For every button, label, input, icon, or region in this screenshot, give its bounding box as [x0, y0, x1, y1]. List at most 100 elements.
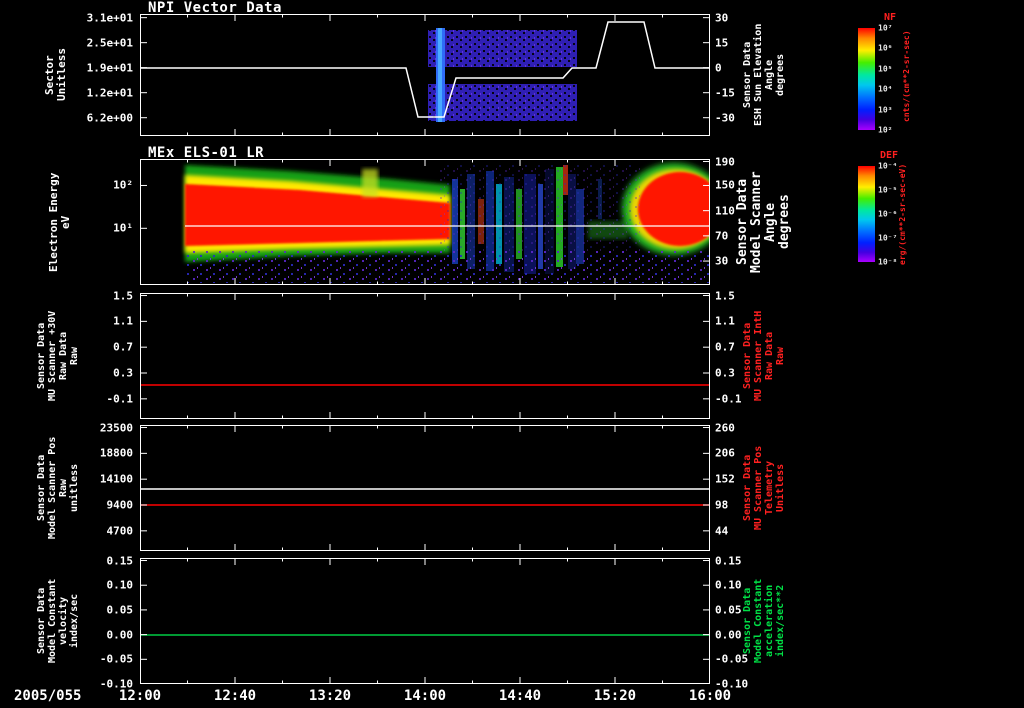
p1-left-ticks: 3.1e+01 2.5e+01 1.9e+01 1.2e+01 6.2e+00: [70, 11, 136, 136]
y-tick-label: 44: [715, 524, 729, 538]
panel-npi-vector-data: [140, 14, 710, 136]
colorbar-tick: 10⁶: [878, 43, 893, 53]
y-tick-label: 0.10: [106, 578, 134, 592]
scanner-pos-plot: [140, 425, 710, 551]
npi-band-lower-speckle: [428, 84, 577, 121]
y-tick-label: 30: [715, 254, 729, 268]
y-tick-label: 0.3: [113, 366, 133, 380]
x-tick-label: 16:00: [688, 688, 732, 704]
aspera-multipanel-plot: { "window": {"width": 1024, "height": 70…: [0, 0, 1024, 708]
x-tick-label: 15:20: [593, 688, 637, 704]
y-tick-label: 30: [715, 11, 729, 25]
panel-border: [140, 293, 710, 419]
def-colorbar: [858, 166, 875, 262]
y-tick-label: 0.05: [715, 603, 742, 617]
y-tick-label: -0.1: [715, 392, 742, 406]
y-tick-label: 0.3: [715, 366, 735, 380]
y-tick-label: 206: [715, 446, 735, 460]
x-tick-label: 14:40: [498, 688, 542, 704]
y-tick-label: 10¹: [113, 221, 133, 235]
p5-right-axis-label: Sensor Data Model Constant acceleration …: [742, 578, 786, 664]
nf-colorbar-unit: cnts/(cm**2-sr-sec): [902, 30, 911, 122]
y-tick-label: 1.5: [715, 289, 735, 303]
y-tick-label: 1.1: [113, 314, 133, 328]
esh-sun-elevation-line: [140, 21, 710, 118]
p4-right-axis-label: Sensor Data MU Scanner Pos Telemetry Uni…: [742, 445, 786, 531]
y-tick-label: 0.05: [106, 603, 134, 617]
y-tick-label: 0: [715, 61, 722, 75]
y-tick-label: 2.5e+01: [86, 36, 133, 50]
npi-spectrogram-plot: [140, 14, 710, 136]
y-tick-label: 3.1e+01: [86, 11, 133, 25]
colorbar-tick: 10³: [878, 105, 893, 115]
colorbar-tick: 10⁻⁴: [878, 161, 898, 171]
y-tick-label: 260: [715, 421, 735, 435]
colorbar-tick: 10⁷: [878, 23, 893, 33]
panel-mex-els: [140, 159, 710, 285]
p1-right-axis-label: Sensor Data ESH Sun Elevation Angle degr…: [742, 23, 786, 127]
nf-colorbar-title: NF: [884, 12, 897, 23]
y-tick-label: 10²: [113, 178, 133, 192]
colorbar-tick: 10⁻⁸: [878, 257, 898, 267]
y-tick-label: 9400: [106, 498, 134, 512]
nf-colorbar: [858, 28, 875, 130]
y-tick-label: -15: [715, 86, 735, 100]
y-tick-label: 150: [715, 178, 735, 192]
y-tick-label: 152: [715, 472, 735, 486]
panel-border: [140, 425, 710, 551]
colorbar-tick: 10⁻⁵: [878, 185, 898, 195]
y-tick-label: 15: [715, 36, 729, 50]
y-tick-label: 0.15: [715, 554, 742, 568]
def-colorbar-unit: erg/(cm**2-sr-sec-eV): [898, 163, 907, 265]
y-tick-label: 14100: [99, 472, 133, 486]
colorbar-tick: 10²: [878, 125, 893, 135]
y-tick-label: 0.7: [113, 340, 133, 354]
y-tick-label: 70: [715, 229, 729, 243]
colorbar-tick: 10⁴: [878, 84, 893, 94]
y-tick-label: 18800: [99, 446, 133, 460]
y-tick-label: 1.1: [715, 314, 735, 328]
mu-scanner-plot: [140, 293, 710, 419]
p1-left-axis-label: Sector Unitless: [43, 48, 68, 102]
x-tick-label: 12:40: [213, 688, 257, 704]
npi-bright-strip-core: [438, 28, 442, 122]
panel-border: [140, 558, 710, 684]
colorbar-tick: 10⁵: [878, 64, 893, 74]
y-tick-label: 6.2e+00: [86, 111, 133, 125]
y-tick-label: 1.9e+01: [86, 61, 133, 75]
y-tick-label: 1.5: [113, 289, 133, 303]
y-tick-label: 0.10: [715, 578, 742, 592]
npi-band-upper-speckle: [428, 30, 577, 67]
p4-left-axis-label: Sensor Data Model Scanner Pos Raw unitle…: [36, 436, 80, 540]
panel-model-scanner-pos: [140, 425, 710, 551]
y-tick-label: 1.2e+01: [86, 86, 133, 100]
p2-left-axis-label: Electron Energy eV: [47, 172, 72, 272]
x-tick-label: 13:20: [308, 688, 352, 704]
els-spectrogram-plot: [140, 159, 710, 285]
x-tick-label: 14:00: [403, 688, 447, 704]
colorbar-tick: 10⁻⁶: [878, 209, 898, 219]
x-tick-label: 12:00: [118, 688, 162, 704]
p2-right-axis-label: Sensor Data Model Scanner Angle degrees: [735, 171, 792, 273]
els-flare: [362, 169, 378, 197]
y-tick-label: 110: [715, 204, 735, 218]
y-tick-label: 23500: [99, 421, 133, 435]
els-mid-speckle: [440, 165, 640, 255]
y-tick-label: 4700: [106, 524, 134, 538]
y-tick-label: 190: [715, 155, 735, 169]
panel-mu-scanner-30v: [140, 293, 710, 419]
panel-model-constant: [140, 558, 710, 684]
date-label: 2005/055: [14, 688, 82, 704]
model-constant-plot: [140, 558, 710, 684]
y-tick-label: 0.7: [715, 340, 735, 354]
y-tick-label: -0.05: [99, 652, 133, 666]
els-bottom-speckle: [185, 251, 710, 283]
y-tick-label: 98: [715, 498, 729, 512]
y-tick-label: -30: [715, 111, 735, 125]
p3-left-axis-label: Sensor Data MU Scanner +30V Raw Data Raw: [36, 310, 80, 402]
def-colorbar-title: DEF: [880, 150, 899, 161]
p5-left-axis-label: Sensor Data Model Constant velocity inde…: [36, 578, 80, 664]
y-tick-label: 0.15: [106, 554, 134, 568]
colorbar-tick: 10⁻⁷: [878, 233, 898, 243]
y-tick-label: -0.1: [106, 392, 134, 406]
